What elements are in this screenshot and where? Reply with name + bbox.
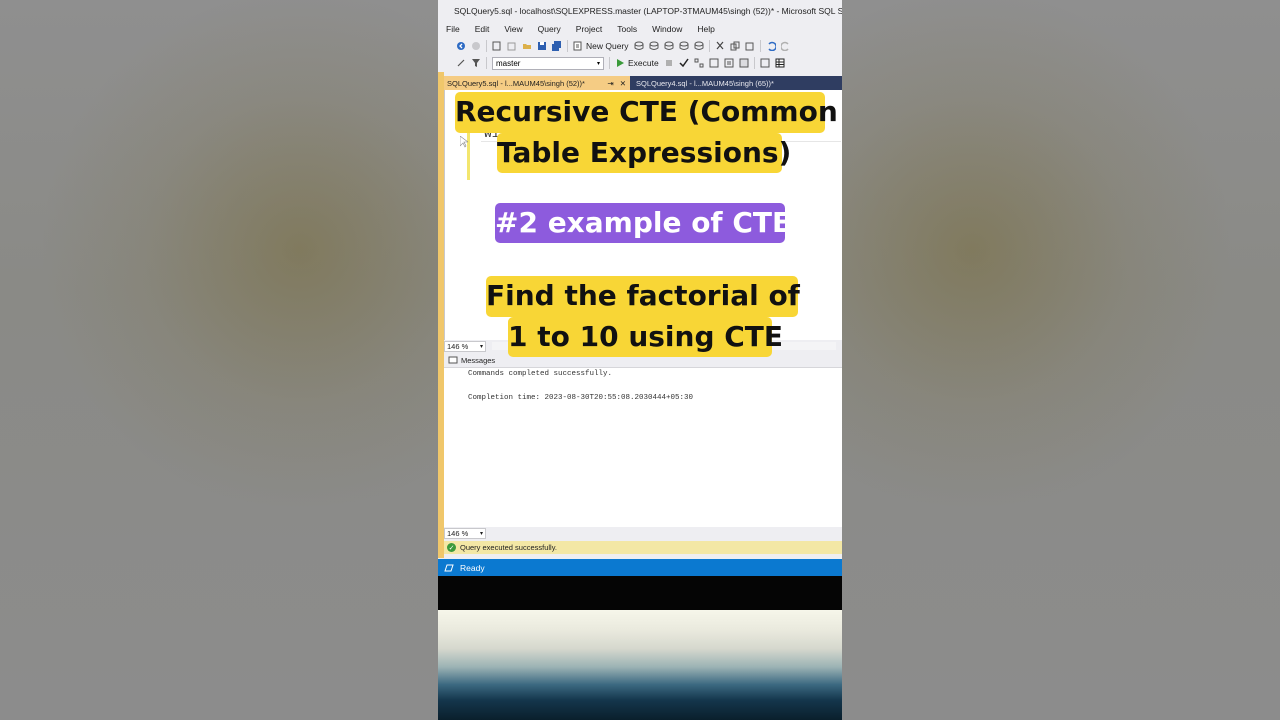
caption-example-label: #2 example of CTE <box>495 203 791 243</box>
stop-icon[interactable] <box>664 58 674 68</box>
query-status-text: Query executed successfully. <box>460 543 557 552</box>
undo-icon[interactable] <box>766 41 776 51</box>
zoom-value: 146 % <box>447 529 469 538</box>
title-bar: SQLQuery5.sql - localhost\SQLEXPRESS.mas… <box>438 0 842 22</box>
ready-text: Ready <box>460 562 485 573</box>
toolbar-separator <box>753 57 755 69</box>
blurred-taskbar-area <box>438 610 842 720</box>
menu-edit[interactable]: Edit <box>475 24 490 34</box>
redo-icon[interactable] <box>780 41 791 51</box>
close-icon[interactable]: ✕ <box>620 79 626 88</box>
copy-icon[interactable] <box>730 41 740 51</box>
ssms-window: SQLQuery5.sql - localhost\SQLEXPRESS.mas… <box>438 0 842 720</box>
message-line: Completion time: 2023-08-30T20:55:08.203… <box>468 394 694 402</box>
tab-sqlquery5[interactable]: SQLQuery5.sql - l...MAUM45\singh (52))* … <box>444 76 630 90</box>
mouse-pointer-icon <box>460 136 468 148</box>
caption-task-line1: Find the factorial of <box>486 276 800 317</box>
caption-task-line2: 1 to 10 using CTE <box>508 317 783 357</box>
execute-button[interactable]: Execute <box>615 58 659 68</box>
save-icon[interactable] <box>537 41 547 51</box>
results-to-text-icon[interactable] <box>760 58 770 68</box>
new-query-label: New Query <box>586 40 629 51</box>
db-engine-query-icon[interactable] <box>634 41 644 51</box>
menu-tools[interactable]: Tools <box>617 24 637 34</box>
tab-label: SQLQuery4.sql - l...MAUM45\singh (65))* <box>636 78 774 88</box>
status-icon <box>444 564 454 571</box>
paste-icon[interactable] <box>745 41 755 51</box>
menu-window[interactable]: Window <box>652 24 682 34</box>
database-value: master <box>496 58 521 68</box>
dmx-query-icon[interactable] <box>664 41 674 51</box>
new-query-icon <box>573 41 582 50</box>
toolbar-separator <box>609 57 610 69</box>
open-folder-icon[interactable] <box>522 41 532 51</box>
blurred-background-right <box>842 0 1280 720</box>
chevron-down-icon: ▾ <box>596 60 600 67</box>
forward-icon[interactable] <box>471 41 481 51</box>
menu-project[interactable]: Project <box>576 24 602 34</box>
success-check-icon: ✓ <box>447 543 456 552</box>
mdx-query-icon[interactable] <box>649 41 659 51</box>
results-to-grid-icon[interactable] <box>775 58 785 68</box>
filter-icon[interactable] <box>471 58 481 68</box>
document-tabs: SQLQuery5.sql - l...MAUM45\singh (52))* … <box>444 76 842 90</box>
execute-label: Execute <box>628 58 659 68</box>
sql-editor-toolbar: master ▾ Execute <box>438 55 842 71</box>
cut-icon[interactable] <box>715 41 725 51</box>
toolbar-separator <box>708 39 710 52</box>
toolbar-separator <box>486 57 487 69</box>
toolbar-separator <box>759 39 761 52</box>
caption-title-line1: Recursive CTE (Common <box>455 92 838 133</box>
caption-title-line2: Table Expressions) <box>497 133 791 173</box>
window-title: SQLQuery5.sql - localhost\SQLEXPRESS.mas… <box>454 6 842 16</box>
message-line: Commands completed successfully. <box>468 370 613 378</box>
blurred-background-left <box>0 0 438 720</box>
toolbar-separator <box>567 39 568 52</box>
tab-label: SQLQuery5.sql - l...MAUM45\singh (52))* <box>447 78 585 88</box>
display-plan-icon[interactable] <box>694 58 704 68</box>
toolbar-separator <box>486 39 487 52</box>
parse-check-icon[interactable] <box>679 58 689 68</box>
results-zoom-bar: 146 % ▾ <box>444 527 842 540</box>
tab-sqlquery4[interactable]: SQLQuery4.sql - l...MAUM45\singh (65))* <box>630 76 774 90</box>
pin-icon[interactable]: ⇥ <box>607 79 613 88</box>
query-status-bar: ✓ Query executed successfully. <box>444 541 842 554</box>
play-icon <box>617 59 624 67</box>
menu-bar: File Edit View Query Project Tools Windo… <box>438 22 842 36</box>
include-plan-icon[interactable] <box>739 58 749 68</box>
query-options-icon[interactable] <box>709 58 719 68</box>
new-query-button[interactable]: New Query <box>573 41 629 51</box>
back-icon[interactable] <box>456 41 466 51</box>
chevron-down-icon: ▾ <box>479 531 483 537</box>
new-project-icon[interactable] <box>492 41 502 51</box>
save-all-icon[interactable] <box>552 40 562 51</box>
tab-messages[interactable]: Messages <box>461 356 495 365</box>
add-item-icon[interactable] <box>507 41 517 51</box>
black-band <box>438 576 842 610</box>
menu-query[interactable]: Query <box>538 24 561 34</box>
database-select[interactable]: master ▾ <box>492 56 604 70</box>
status-bar: Ready <box>438 559 842 576</box>
connect-icon[interactable] <box>456 58 466 68</box>
results-zoom-select[interactable]: 146 % ▾ <box>444 528 486 539</box>
editor-zoom-select[interactable]: 146 % ▾ <box>444 340 486 352</box>
menu-help[interactable]: Help <box>697 24 714 34</box>
xmla-query-icon[interactable] <box>679 41 689 51</box>
messages-icon <box>448 356 458 364</box>
messages-pane: Commands completed successfully. Complet… <box>444 367 842 527</box>
chevron-down-icon: ▾ <box>479 343 483 350</box>
standard-toolbar: New Query <box>438 37 842 54</box>
zoom-value: 146 % <box>447 341 469 351</box>
intellisense-icon[interactable] <box>724 58 734 68</box>
menu-file[interactable]: File <box>446 24 460 34</box>
dax-query-icon[interactable] <box>694 41 704 51</box>
menu-view[interactable]: View <box>504 24 522 34</box>
